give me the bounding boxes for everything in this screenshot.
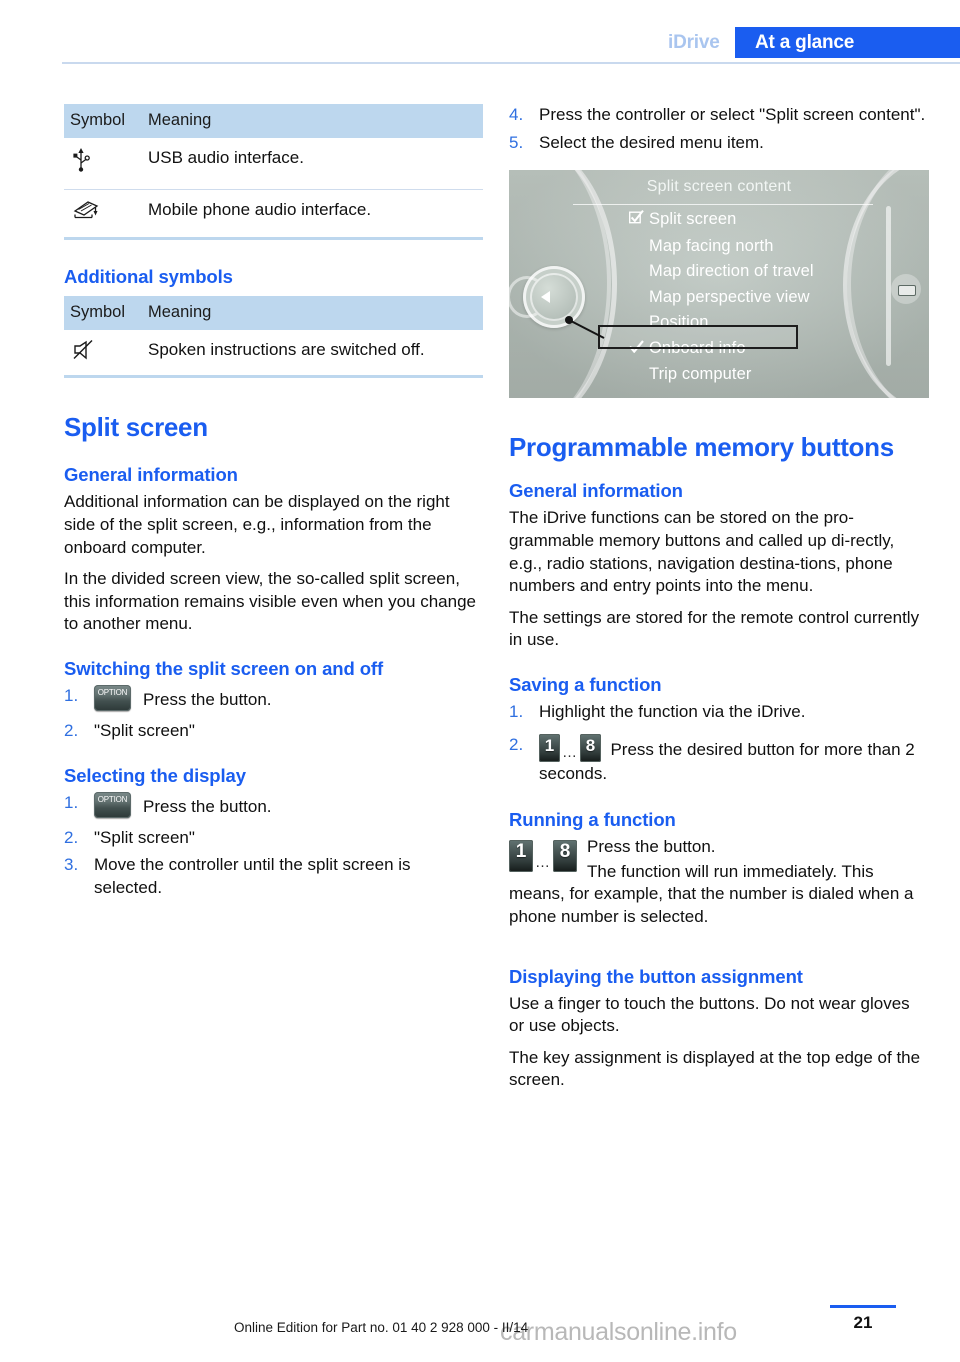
manual-page: iDrive At a glance Symbol Meaning USB au… [0, 0, 960, 1362]
list-item: 1. Highlight the function via the iDrive… [509, 701, 929, 724]
page-number-rule [830, 1305, 896, 1308]
paragraph: The iDrive functions can be stored on th… [509, 508, 895, 596]
heading-general-information: General information [64, 464, 238, 486]
memory-button-1-label: 1 [544, 735, 555, 755]
muted-speaker-icon [72, 339, 102, 365]
step-text: Press the button. [143, 796, 272, 816]
paragraph: Additional information can be displayed … [64, 492, 450, 557]
option-button-icon[interactable]: OPTION [94, 791, 131, 818]
option-button-label: OPTION [97, 794, 128, 804]
meaning-cell: Spoken instructions are switched off. [148, 339, 425, 359]
symbol-table-audio: Symbol Meaning USB audio interface. Mobi… [64, 104, 483, 237]
list-item: 3. Move the controller until the split s… [64, 854, 483, 899]
edition-text: Online Edition for Part no. 01 40 2 928 … [234, 1320, 529, 1335]
symbol-cell [64, 330, 142, 376]
section-title-memory-buttons: Programmable memory buttons [509, 432, 894, 463]
steps-selecting: 1. OPTION Press the button. 2. "Split scr… [64, 791, 483, 900]
mobile-phone-audio-icon [72, 199, 102, 225]
step-number: 1. [64, 792, 79, 812]
symbol-table-additional: Symbol Meaning Spoken instructions are s… [64, 295, 483, 376]
heading-saving-function: Saving a function [509, 674, 662, 696]
list-item: 2. "Split screen" [64, 720, 483, 743]
callout-leader-line [565, 316, 605, 340]
paragraph: In the divided screen view, the so-calle… [64, 569, 477, 634]
list-item: 5. Select the desired menu item. [509, 132, 929, 155]
step-text: Press the controller or select "Split sc… [539, 105, 926, 124]
table-bottom-rule [64, 236, 483, 240]
step-text: "Split screen" [94, 827, 195, 847]
heading-switching-split-screen: Switching the split screen on and off [64, 658, 384, 680]
list-item: 1. OPTION Press the button. [64, 791, 483, 822]
right-column: 4. Press the controller or select "Split… [509, 104, 929, 1101]
step-number: 2. [64, 721, 79, 741]
watermark: carmanualsonline.info [500, 1318, 737, 1346]
meaning-cell: USB audio interface. [142, 138, 483, 190]
list-item: 4. Press the controller or select "Split… [509, 104, 929, 127]
paragraph: The settings are stored for the remote c… [509, 607, 920, 650]
breadcrumb: iDrive [668, 32, 720, 53]
table-row: USB audio interface. [64, 138, 483, 190]
option-button-label: OPTION [97, 688, 128, 698]
running-function-block: 1… 8 Press the button. The function will … [509, 836, 929, 937]
step-text: Select the desired menu item. [539, 132, 764, 152]
column-header-symbol: Symbol [70, 111, 126, 129]
steps-saving: 1. Highlight the function via the iDrive… [509, 701, 929, 785]
table-row: Spoken instructions are switched off. [64, 330, 483, 376]
list-item: 2. "Split screen" [64, 827, 483, 850]
list-item: 1. OPTION Press the button. [64, 685, 483, 715]
memory-button-range-icon: 1 … 8 [509, 840, 577, 873]
page-header: iDrive At a glance [0, 0, 960, 62]
list-item: 2. 1… 8 Press the desired button for more… [509, 733, 929, 786]
page-number: 21 [853, 1313, 873, 1332]
option-button-icon[interactable]: OPTION [94, 685, 131, 712]
symbol-cell [64, 138, 142, 190]
paragraph: The key assignment is displayed at the t… [509, 1047, 921, 1090]
header-divider [62, 62, 960, 64]
heading-general-information: General information [509, 480, 683, 502]
left-column: Symbol Meaning USB audio interface. Mobi… [64, 104, 483, 905]
symbol-cell [64, 189, 142, 236]
memory-button-1-label: 1 [515, 841, 527, 863]
step-number: 1. [509, 702, 524, 722]
table-row: Mobile phone audio interface. [64, 189, 483, 236]
table-header-row: Symbol Meaning [64, 295, 483, 330]
additional-symbols-heading: Additional symbols [64, 265, 233, 287]
memory-button-8-label: 8 [559, 841, 571, 863]
memory-button-1-icon[interactable]: 1 [509, 840, 533, 873]
table-bottom-rule [64, 375, 483, 379]
step-number: 2. [509, 734, 524, 754]
step-number: 5. [509, 132, 524, 152]
steps-continued: 4. Press the controller or select "Split… [509, 104, 929, 154]
memory-button-8-label: 8 [585, 735, 596, 755]
memory-button-1-icon[interactable]: 1 [539, 733, 560, 762]
page-title: At a glance [755, 32, 855, 53]
step-text: Highlight the function via the iDrive. [539, 702, 806, 722]
heading-displaying-button-assignment: Displaying the button assignment [509, 965, 803, 987]
step-text: Press the button. [143, 690, 272, 710]
column-header-meaning: Meaning [148, 302, 212, 321]
table-header-row: Symbol Meaning [64, 104, 483, 138]
meaning-cell: Mobile phone audio interface. [148, 199, 372, 219]
paragraph: Use a finger to touch the buttons. Do no… [509, 993, 910, 1036]
step-number: 1. [64, 686, 79, 706]
ellipsis: … [535, 854, 551, 872]
step-number: 4. [509, 105, 524, 124]
idrive-screen-illustration: Split screen content Split screen Map fa… [509, 170, 929, 399]
column-header-meaning: Meaning [148, 111, 212, 129]
step-text: Move the controller until the split scre… [94, 855, 411, 897]
column-header-symbol: Symbol [70, 302, 126, 321]
step-number: 2. [64, 827, 79, 847]
steps-switching: 1. OPTION Press the button. 2. "Split scr… [64, 685, 483, 743]
heading-selecting-display: Selecting the display [64, 764, 246, 786]
memory-button-8-icon[interactable]: 8 [553, 840, 577, 873]
ellipsis: … [562, 743, 578, 761]
step-text: "Split screen" [94, 721, 195, 741]
usb-icon [72, 147, 102, 173]
memory-button-8-icon[interactable]: 8 [580, 733, 601, 762]
section-title-split-screen: Split screen [64, 412, 208, 443]
heading-running-function: Running a function [509, 809, 676, 831]
step-number: 3. [64, 855, 79, 875]
